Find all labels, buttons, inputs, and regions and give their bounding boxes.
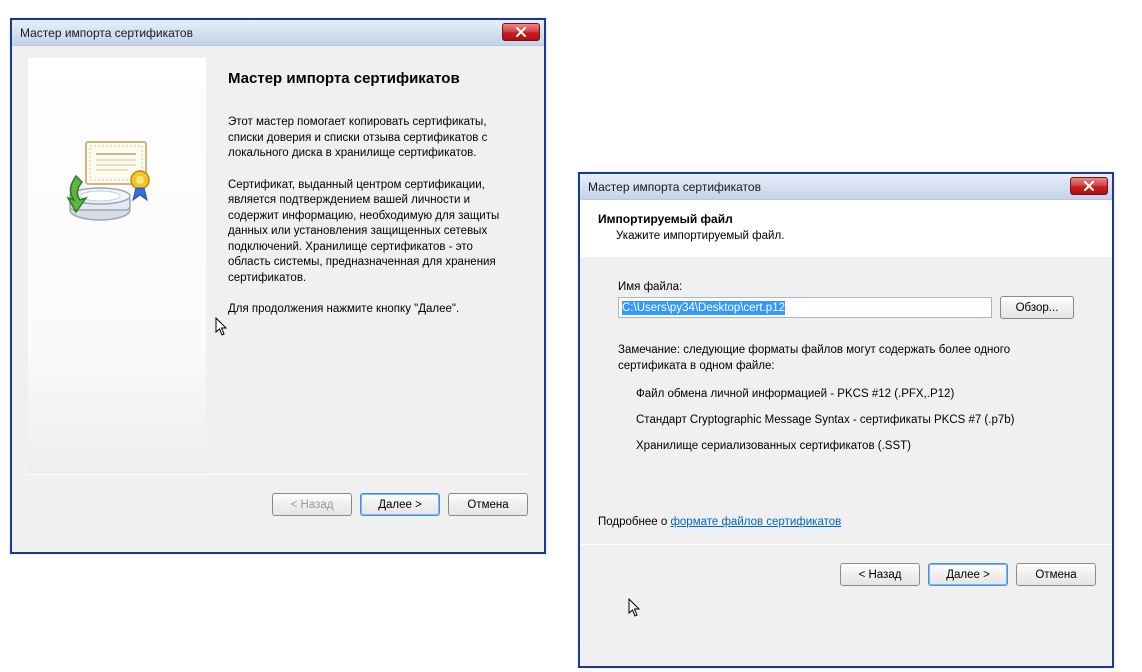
close-button[interactable]: [1070, 177, 1108, 195]
wizard-side-panel: [28, 58, 206, 474]
wizard-welcome-window: Мастер импорта сертификатов: [10, 18, 546, 554]
step-title: Импортируемый файл: [598, 212, 1094, 226]
wizard-file-window: Мастер импорта сертификатов Импортируемы…: [578, 172, 1114, 668]
next-button[interactable]: Далее >: [360, 493, 440, 516]
format-item: Стандарт Cryptographic Message Syntax - …: [636, 414, 1074, 426]
back-button[interactable]: < Назад: [840, 563, 920, 586]
step-subtitle: Укажите импортируемый файл.: [598, 230, 1094, 242]
close-icon: [1083, 181, 1095, 191]
certificate-wizard-icon: [58, 138, 158, 231]
titlebar[interactable]: Мастер импорта сертификатов: [580, 174, 1112, 200]
filename-input[interactable]: C:\Users\py34\Desktop\cert.p12: [618, 297, 992, 318]
more-info-prefix: Подробнее о: [598, 516, 670, 528]
close-icon: [515, 27, 527, 37]
more-info-row: Подробнее о формате файлов сертификатов: [580, 510, 1112, 538]
wizard-continue-text: Для продолжения нажмите кнопку "Далее".: [228, 302, 512, 318]
cancel-button[interactable]: Отмена: [1016, 563, 1096, 586]
button-row: < Назад Далее > Отмена: [12, 475, 544, 532]
wizard-step-header: Импортируемый файл Укажите импортируемый…: [580, 200, 1112, 256]
next-button[interactable]: Далее >: [928, 563, 1008, 586]
close-button[interactable]: [502, 23, 540, 41]
filename-label: Имя файла:: [618, 281, 1074, 293]
wizard-heading: Мастер импорта сертификатов: [228, 70, 512, 87]
wizard-intro-text: Этот мастер помогает копировать сертифик…: [228, 115, 512, 162]
format-note: Замечание: следующие форматы файлов могу…: [618, 343, 1074, 374]
titlebar[interactable]: Мастер импорта сертификатов: [12, 20, 544, 46]
button-row: < Назад Далее > Отмена: [580, 545, 1112, 602]
more-info-link[interactable]: формате файлов сертификатов: [670, 516, 841, 528]
back-button: < Назад: [272, 493, 352, 516]
filename-value: C:\Users\py34\Desktop\cert.p12: [622, 301, 785, 315]
format-list: Файл обмена личной информацией - PKCS #1…: [618, 388, 1074, 452]
format-item: Файл обмена личной информацией - PKCS #1…: [636, 388, 1074, 400]
wizard-detail-text: Сертификат, выданный центром сертификаци…: [228, 178, 512, 287]
window-title: Мастер импорта сертификатов: [20, 26, 193, 40]
format-item: Хранилище сериализованных сертификатов (…: [636, 440, 1074, 452]
browse-button[interactable]: Обзор...: [1000, 296, 1074, 319]
window-title: Мастер импорта сертификатов: [588, 180, 761, 194]
cancel-button[interactable]: Отмена: [448, 493, 528, 516]
